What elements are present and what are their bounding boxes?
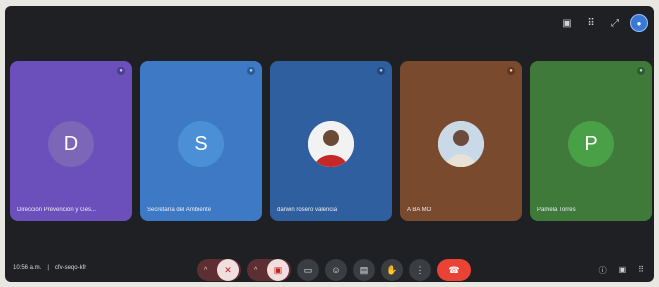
- participant-name: Secretaría del Ambiente: [147, 207, 212, 213]
- mic-status-icon: ●: [377, 67, 385, 75]
- chevron-up-icon[interactable]: ^: [254, 267, 257, 274]
- participant-tile-2[interactable]: ● S Secretaría del Ambiente: [140, 61, 262, 221]
- participant-tile-5[interactable]: ● P Pamela Torres: [530, 61, 652, 221]
- call-controls: ^ ✕ ^ ▣ ▭ ☺ ▤ ✋ ⋮ ☎: [197, 259, 471, 281]
- hangup-button[interactable]: ☎: [437, 259, 471, 281]
- captions-icon: ▤: [359, 264, 369, 275]
- participant-tile-1[interactable]: ● D Dirección Prevención y Ges...: [10, 61, 132, 221]
- mic-status-icon: ●: [507, 67, 515, 75]
- meeting-code: cfv-seqo-kfr: [54, 265, 87, 271]
- participant-name: darwin rosero valencia: [277, 207, 338, 213]
- meeting-details: 10:56 a.m. | cfv-seqo-kfr: [13, 265, 86, 271]
- mic-off-icon[interactable]: ✕: [217, 259, 239, 281]
- mic-status-icon: ●: [637, 67, 645, 75]
- expand-icon[interactable]: ⤢: [608, 16, 622, 30]
- emoji-icon: ☺: [331, 265, 341, 275]
- chevron-up-icon[interactable]: ^: [204, 267, 207, 274]
- avatar-icon[interactable]: ●: [630, 14, 648, 32]
- participant-photo: [308, 121, 354, 167]
- more-icon: ⋮: [415, 264, 425, 275]
- participant-tile-3[interactable]: ● darwin rosero valencia: [270, 61, 392, 221]
- present-icon: ▭: [303, 264, 313, 275]
- participant-initial: S: [178, 121, 224, 167]
- present-button[interactable]: ▭: [297, 259, 319, 281]
- apps-icon[interactable]: ⠿: [582, 16, 600, 30]
- participant-name: Dirección Prevención y Ges...: [17, 207, 97, 213]
- more-options-button[interactable]: ⋮: [409, 259, 431, 281]
- raise-hand-button[interactable]: ✋: [381, 259, 403, 281]
- hangup-icon: ☎: [448, 264, 460, 275]
- participant-grid: ● D Dirección Prevención y Ges... ● S Se…: [5, 61, 654, 231]
- camera-off-icon[interactable]: ▣: [267, 259, 289, 281]
- bottom-toolbar: 10:56 a.m. | cfv-seqo-kfr ^ ✕ ^ ▣ ▭ ☺ ▤: [5, 256, 654, 282]
- participant-tile-4[interactable]: ● A BA MO: [400, 61, 522, 221]
- captions-button[interactable]: ▤: [353, 259, 375, 281]
- raise-hand-icon: ✋: [386, 264, 398, 275]
- mic-status-icon: ●: [247, 67, 255, 75]
- participant-initial: D: [48, 121, 94, 167]
- pin-icon[interactable]: ▣: [560, 16, 574, 30]
- top-toolbar: ▣ ⠿ ⤢ ●: [560, 14, 648, 32]
- participant-name: A BA MO: [407, 207, 432, 213]
- participant-photo: [438, 121, 484, 167]
- chat-icon[interactable]: ▣: [619, 265, 627, 276]
- activities-icon[interactable]: ⠿: [638, 265, 644, 276]
- right-toolbar: ⓘ ▣ ⠿: [599, 265, 644, 276]
- mic-control[interactable]: ^ ✕: [197, 259, 241, 281]
- camera-control[interactable]: ^ ▣: [247, 259, 291, 281]
- meeting-separator: |: [47, 265, 49, 271]
- meeting-screen: ▣ ⠿ ⤢ ● ● D Dirección Prevención y Ges..…: [5, 6, 654, 282]
- info-icon[interactable]: ⓘ: [599, 265, 607, 276]
- emoji-button[interactable]: ☺: [325, 259, 347, 281]
- meeting-time: 10:56 a.m.: [13, 265, 42, 271]
- participant-name: Pamela Torres: [537, 207, 576, 213]
- participant-initial: P: [568, 121, 614, 167]
- mic-status-icon: ●: [117, 67, 125, 75]
